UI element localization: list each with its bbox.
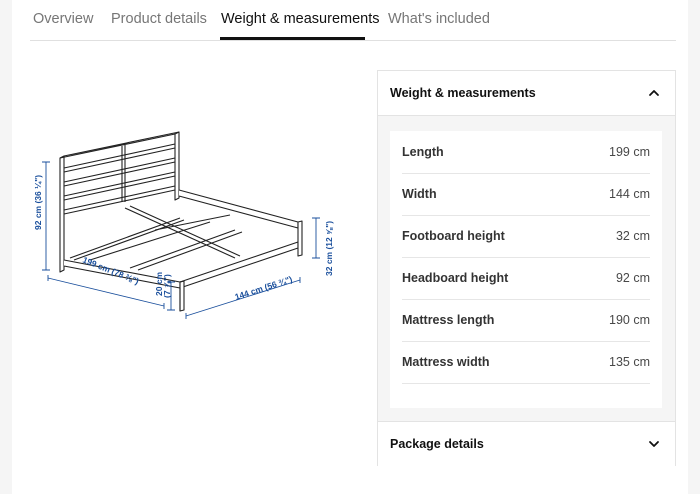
tab-bar: Overview Product details Weight & measur… [30, 0, 676, 41]
tab-weight-measurements[interactable]: Weight & measurements [221, 11, 380, 27]
page: Overview Product details Weight & measur… [12, 0, 688, 494]
dim-headboard-label: 92 cm (36 ¼") [33, 175, 43, 230]
dim-width-label: 144 cm (56 ¾") [234, 274, 294, 302]
spec-row: Mattress width 135 cm [402, 341, 650, 384]
spec-value: 199 cm [609, 145, 650, 159]
measurements-panel-title: Weight & measurements [390, 86, 536, 100]
chevron-up-icon[interactable] [647, 86, 661, 100]
package-details-title: Package details [390, 437, 484, 451]
spec-row: Mattress length 190 cm [402, 299, 650, 342]
tab-overview[interactable]: Overview [33, 11, 93, 27]
dim-footboard-label: 32 cm (12 ⅝") [324, 221, 334, 276]
spec-label: Footboard height [402, 229, 505, 243]
spec-list: Length 199 cm Width 144 cm Footboard hei… [390, 131, 662, 408]
spec-row: Headboard height 92 cm [402, 257, 650, 300]
spec-label: Length [402, 145, 444, 159]
spec-row: Length 199 cm [402, 131, 650, 174]
spec-value: 32 cm [615, 229, 650, 243]
package-details-header[interactable]: Package details [378, 421, 675, 466]
active-tab-indicator [220, 37, 365, 40]
spec-label: Mattress width [402, 355, 490, 369]
measurements-panel-header[interactable]: Weight & measurements [378, 71, 675, 116]
spec-label: Headboard height [402, 271, 509, 285]
bed-dimension-drawing: 92 cm (36 ¼") 199 cm (78 ⅜") 20 cm (7 ⅞"… [33, 131, 334, 319]
spec-value: 135 cm [609, 355, 650, 369]
tab-whats-included[interactable]: What's included [388, 11, 490, 27]
spec-row: Footboard height 32 cm [402, 215, 650, 258]
chevron-down-icon[interactable] [647, 437, 661, 451]
spec-label: Width [402, 187, 437, 201]
spec-label: Mattress length [402, 313, 495, 327]
spec-value: 190 cm [609, 313, 650, 327]
tab-product-details[interactable]: Product details [111, 11, 207, 27]
spec-row: Width 144 cm [402, 173, 650, 216]
spec-value: 92 cm [615, 271, 650, 285]
dim-underbed-inch-label: (7 ⅞") [162, 274, 172, 298]
measurements-panel: Weight & measurements Length 199 cm Widt… [377, 70, 676, 466]
spec-value: 144 cm [609, 187, 650, 201]
